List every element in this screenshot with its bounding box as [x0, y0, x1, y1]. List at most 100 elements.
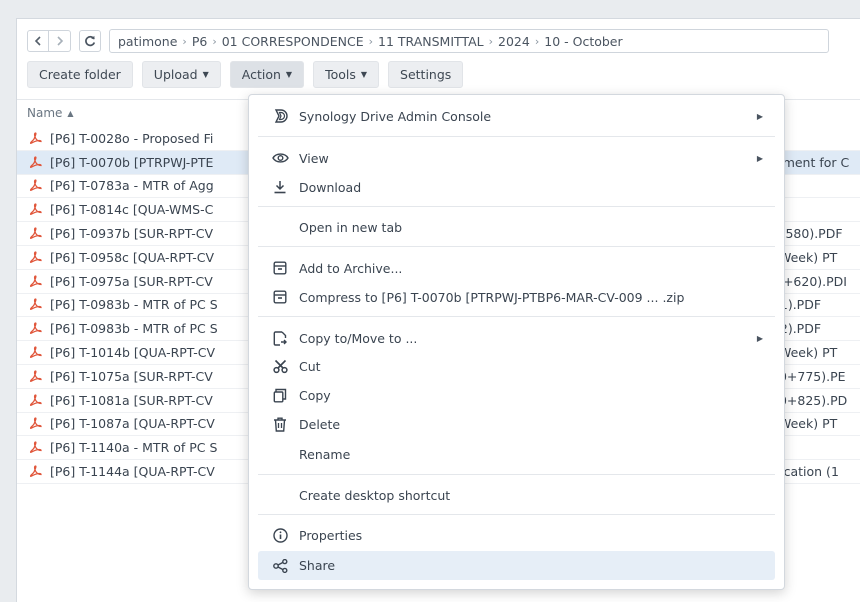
tools-label: Tools	[325, 67, 356, 82]
synology-drive-icon	[270, 108, 290, 124]
menu-item-rename[interactable]: Rename	[258, 441, 775, 467]
caret-down-icon: ▼	[360, 70, 368, 79]
toolbar: Create folder Upload ▼ Action ▼ Tools ▼ Set…	[27, 61, 472, 89]
menu-divider	[258, 474, 775, 475]
menu-item-label: Download	[299, 179, 362, 195]
menu-item-share[interactable]: Share	[258, 551, 775, 580]
menu-item-cut[interactable]: Cut	[258, 353, 775, 379]
pdf-file-icon	[27, 441, 43, 454]
file-name-tail: 0+620).PDI	[775, 273, 847, 289]
menu-item-label: Compress to [P6] T-0070b [PTRPWJ-PTBP6-M…	[299, 289, 685, 305]
create-folder-button[interactable]: Create folder	[27, 61, 133, 88]
pdf-file-icon	[27, 322, 43, 335]
pdf-file-icon	[27, 132, 43, 145]
copy-icon	[270, 388, 290, 403]
breadcrumb-separator: ›	[534, 34, 540, 48]
refresh-icon	[85, 35, 96, 47]
breadcrumb-separator: ›	[182, 34, 187, 48]
back-button[interactable]	[27, 30, 49, 52]
navigation-bar: patimone › P6 › 01 CORRESPONDENCE › 11 T…	[27, 28, 829, 54]
menu-divider	[258, 206, 775, 207]
menu-divider	[258, 136, 775, 137]
submenu-arrow-icon: ▶	[756, 111, 763, 121]
menu-item-copy[interactable]: Copy	[258, 382, 775, 408]
menu-item-label: Synology Drive Admin Console	[299, 108, 492, 124]
breadcrumb-item[interactable]: 11 TRANSMITTAL	[378, 34, 484, 49]
menu-divider	[258, 316, 775, 317]
file-name: [P6] T-0070b [PTRPWJ-PTE	[50, 154, 214, 170]
menu-item-label: Copy	[299, 387, 331, 403]
breadcrumb-item[interactable]: P6	[192, 34, 208, 49]
archive-icon	[270, 290, 290, 304]
file-name: [P6] T-0028o - Proposed Fi	[50, 130, 214, 146]
create-folder-label: Create folder	[39, 67, 121, 82]
file-name: [P6] T-0783a - MTR of Agg	[50, 178, 214, 194]
menu-item-label: Add to Archive...	[299, 260, 403, 276]
caret-down-icon: ▼	[202, 70, 209, 79]
breadcrumb: patimone › P6 › 01 CORRESPONDENCE › 11 T…	[109, 29, 829, 53]
submenu-arrow-icon: ▶	[756, 333, 763, 343]
menu-item-label: Rename	[299, 446, 351, 462]
menu-item-add-archive[interactable]: Add to Archive...	[258, 255, 775, 281]
column-header-label: Name	[27, 106, 63, 120]
breadcrumb-item[interactable]: 01 CORRESPONDENCE	[222, 34, 364, 49]
pdf-file-icon	[27, 203, 43, 216]
menu-item-download[interactable]: Download	[258, 174, 775, 200]
menu-item-label: Share	[299, 558, 336, 573]
scissors-icon	[270, 359, 290, 374]
refresh-button[interactable]	[79, 30, 101, 52]
file-name: [P6] T-1014b [QUA-RPT-CV	[50, 345, 216, 361]
pdf-file-icon	[27, 275, 43, 288]
pdf-file-icon	[27, 227, 43, 240]
share-icon	[270, 558, 290, 573]
sort-ascending-icon: ▲	[67, 108, 74, 118]
menu-item-delete[interactable]: Delete	[258, 411, 775, 437]
file-name: [P6] T-0937b [SUR-RPT-CV	[50, 226, 214, 242]
pdf-file-icon	[27, 417, 43, 430]
breadcrumb-item[interactable]: 2024	[498, 34, 530, 49]
file-name: [P6] T-0958c [QUA-RPT-CV	[50, 249, 215, 265]
menu-item-label: Cut	[299, 358, 321, 374]
menu-item-admin-console[interactable]: Synology Drive Admin Console ▶	[258, 103, 775, 129]
caret-down-icon: ▼	[285, 70, 293, 79]
menu-item-label: Delete	[299, 416, 341, 432]
pdf-file-icon	[27, 251, 43, 264]
breadcrumb-item[interactable]: patimone	[118, 34, 177, 49]
file-name-tail: 0+825).PD	[775, 392, 848, 408]
breadcrumb-item-current[interactable]: 10 - October	[544, 34, 622, 49]
pdf-file-icon	[27, 394, 43, 407]
pdf-file-icon	[27, 179, 43, 192]
breadcrumb-separator: ›	[212, 34, 217, 48]
archive-icon	[270, 261, 290, 275]
menu-item-properties[interactable]: Properties	[258, 522, 775, 548]
menu-item-open-new-tab[interactable]: Open in new tab	[258, 214, 775, 240]
file-name: [P6] T-0983b - MTR of PC S	[50, 297, 218, 313]
settings-label: Settings	[400, 67, 452, 82]
submenu-arrow-icon: ▶	[756, 153, 763, 163]
chevron-right-icon	[56, 36, 63, 46]
pdf-file-icon	[27, 298, 43, 311]
pdf-file-icon	[27, 465, 43, 478]
settings-button[interactable]: Settings	[388, 61, 464, 88]
chevron-left-icon	[34, 36, 41, 46]
menu-item-copy-move[interactable]: Copy to/Move to ... ▶	[258, 325, 775, 351]
breadcrumb-separator: ›	[368, 34, 374, 48]
forward-button[interactable]	[49, 30, 71, 52]
tools-button[interactable]: Tools ▼	[313, 61, 380, 88]
file-name: [P6] T-1081a [SUR-RPT-CV	[50, 392, 213, 408]
eye-icon	[270, 152, 290, 164]
file-name: [P6] T-1144a [QUA-RPT-CV	[50, 464, 215, 480]
menu-item-desktop-shortcut[interactable]: Create desktop shortcut	[258, 482, 775, 508]
pdf-file-icon	[27, 370, 43, 383]
info-icon	[270, 527, 290, 543]
file-name: [P6] T-1140a - MTR of PC S	[50, 440, 218, 456]
menu-divider	[258, 514, 775, 515]
menu-item-label: Create desktop shortcut	[299, 487, 451, 503]
action-button[interactable]: Action ▼	[229, 61, 305, 88]
trash-icon	[270, 417, 290, 432]
file-name-tail: ement for C	[775, 154, 850, 170]
file-name: [P6] T-1075a [SUR-RPT-CV	[50, 368, 213, 384]
upload-button[interactable]: Upload ▼	[141, 61, 221, 88]
menu-item-compress[interactable]: Compress to [P6] T-0070b [PTRPWJ-PTBP6-M…	[258, 284, 775, 310]
menu-item-view[interactable]: View ▶	[258, 145, 775, 171]
